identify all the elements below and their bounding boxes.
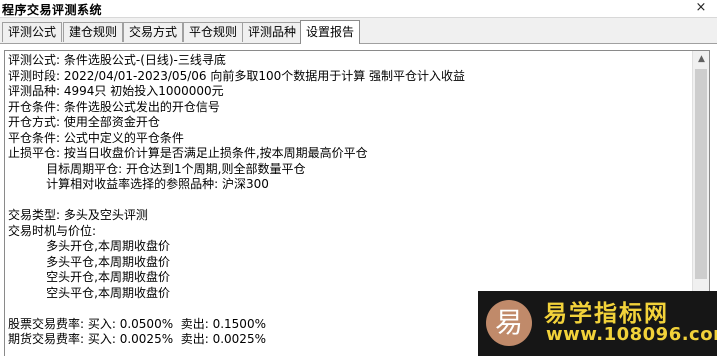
report-line: 交易类型: 多头及空头评测: [8, 208, 148, 222]
report-line: 多头平仓,本周期收盘价: [8, 254, 170, 269]
tab-report-settings[interactable]: 设置报告: [300, 20, 361, 44]
close-icon[interactable]: ×: [693, 1, 709, 15]
report-line: 目标周期平仓: 开仓达到1个周期,则全部数量平仓: [8, 161, 306, 176]
tab-instruments[interactable]: 评测品种: [242, 22, 303, 42]
report-line: 计算相对收益率选择的参照品种: 沪深300: [8, 177, 269, 191]
report-line: [8, 193, 684, 209]
scroll-up-icon[interactable]: ▲: [693, 51, 709, 68]
report-line: 评测时段: 2022/04/01-2023/05/06 向前多取100个数据用于…: [8, 68, 466, 83]
watermark-url: www.108096.com: [546, 324, 717, 345]
tab-formula[interactable]: 评测公式: [2, 22, 63, 42]
report-line: 平仓条件: 公式中定义的平仓条件: [8, 130, 184, 145]
report-line: 交易时机与价位:: [8, 223, 97, 238]
report-line: 开仓方式: 使用全部资金开仓: [8, 115, 160, 129]
report-line: 多头开仓,本周期收盘价: [8, 239, 170, 253]
tab-open-rules[interactable]: 建仓规则: [63, 22, 124, 42]
report-line: 评测公式: 条件选股公式-(日线)-三线寻底: [8, 53, 226, 67]
scroll-thumb[interactable]: [695, 69, 707, 279]
report-line: 评测品种: 4994只 初始投入1000000元: [8, 84, 224, 98]
tab-trade-mode[interactable]: 交易方式: [123, 22, 184, 42]
title-bar: 程序交易评测系统 ×: [0, 0, 717, 18]
watermark-logo-icon: 易: [486, 300, 532, 346]
window-title: 程序交易评测系统: [2, 3, 103, 17]
watermark-name: 易学指标网: [544, 301, 669, 327]
tab-close-rules[interactable]: 平仓规则: [183, 22, 244, 42]
report-line: 止损平仓: 按当日收盘价计算是否满足止损条件,按本周期最高价平仓: [8, 146, 368, 160]
tab-bar: 评测公式 建仓规则 交易方式 平仓规则 评测品种 设置报告: [0, 20, 717, 44]
report-line: 开仓条件: 条件选股公式发出的开仓信号: [8, 99, 220, 114]
report-line: 空头开仓,本周期收盘价: [8, 270, 170, 284]
watermark: 易 易学指标网 www.108096.com: [478, 291, 717, 356]
